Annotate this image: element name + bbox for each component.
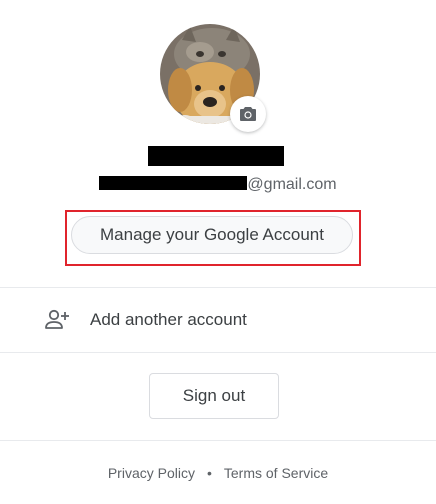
divider-middle (0, 352, 436, 353)
camera-icon (240, 107, 256, 121)
account-email: @gmail.com (0, 173, 436, 197)
footer-separator: • (206, 465, 212, 481)
divider-bottom (0, 440, 436, 441)
account-name-redacted (148, 146, 284, 166)
change-photo-button[interactable] (230, 96, 266, 132)
manage-account-button[interactable]: Manage your Google Account (71, 216, 353, 254)
highlight-annotation: Manage your Google Account (65, 210, 361, 266)
add-account-label: Add another account (90, 310, 247, 329)
email-suffix: @gmail.com (247, 176, 337, 193)
person-add-icon (45, 309, 69, 329)
sign-out-button[interactable]: Sign out (149, 373, 279, 419)
terms-of-service-link[interactable]: Terms of Service (224, 465, 328, 481)
privacy-policy-link[interactable]: Privacy Policy (108, 465, 195, 481)
avatar-container (160, 24, 266, 132)
add-account-item[interactable]: Add another account (0, 288, 436, 352)
email-redaction (99, 176, 248, 190)
footer-links: Privacy Policy • Terms of Service (0, 462, 436, 484)
account-menu-panel: @gmail.com Manage your Google Account Ad… (0, 0, 436, 504)
